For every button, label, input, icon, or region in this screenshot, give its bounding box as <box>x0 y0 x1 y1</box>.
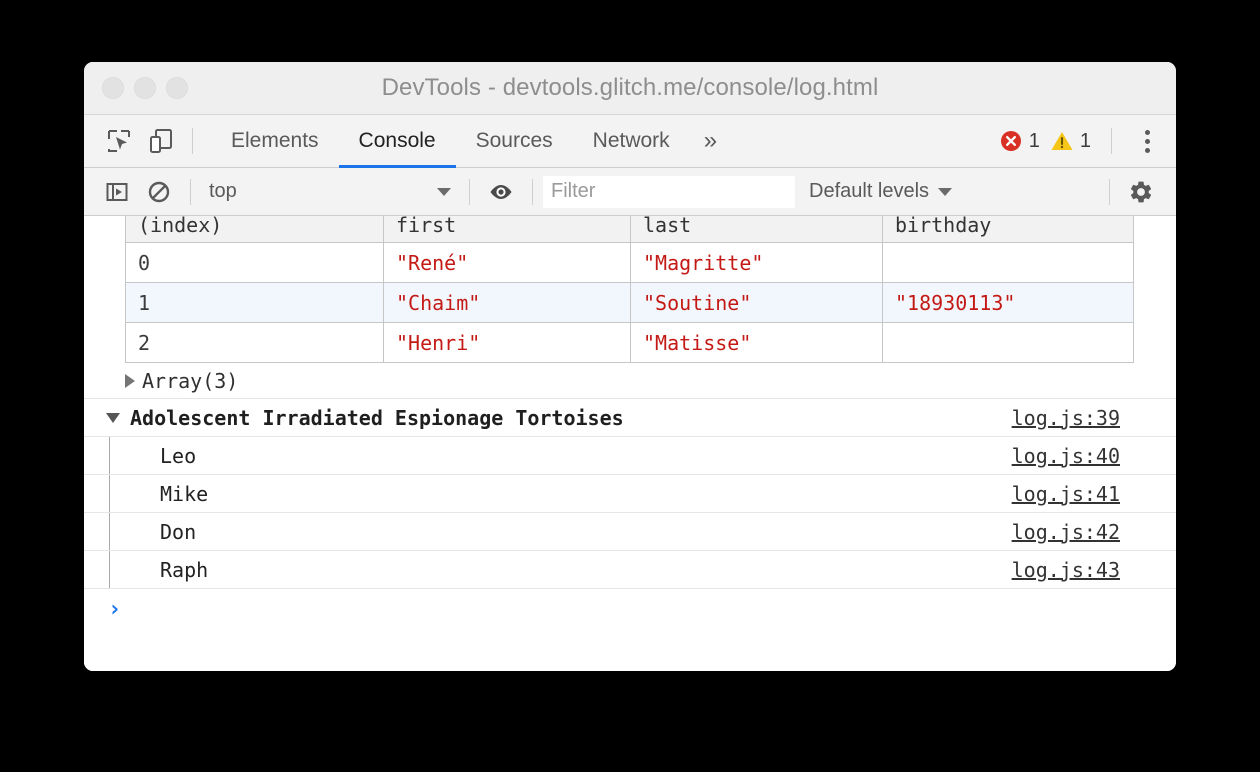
table-cell-index: 2 <box>126 323 384 363</box>
console-table-container: (index) first last birthday 0 "René" "Ma… <box>84 216 1176 363</box>
context-label: top <box>209 180 237 203</box>
source-link[interactable]: log.js:40 <box>1012 444 1120 468</box>
console-log-row[interactable]: Leo log.js:40 <box>84 437 1176 475</box>
table-cell-first: "Henri" <box>384 323 631 363</box>
console-log-row[interactable]: Mike log.js:41 <box>84 475 1176 513</box>
tabbar-right-group: 1 1 <box>999 124 1176 158</box>
console-prompt-row[interactable]: › <box>84 589 1176 629</box>
array-summary-row[interactable]: Array(3) <box>84 363 1176 399</box>
clear-console-icon <box>147 180 171 204</box>
error-count-badge[interactable]: 1 <box>999 129 1040 153</box>
more-vertical-icon <box>1145 130 1150 135</box>
table-cell-birthday <box>883 243 1134 283</box>
error-circle-icon <box>999 129 1023 153</box>
more-vertical-icon <box>1145 148 1150 153</box>
console-sidebar-toggle[interactable] <box>96 171 138 213</box>
console-toolbar-right <box>1099 171 1176 213</box>
warning-count-badge[interactable]: 1 <box>1050 129 1091 153</box>
collapse-triangle-down-icon[interactable] <box>106 413 120 423</box>
log-levels-selector[interactable]: Default levels <box>809 180 952 203</box>
tab-console[interactable]: Console <box>339 115 456 168</box>
maximize-window-button[interactable] <box>166 77 188 99</box>
minimize-window-button[interactable] <box>134 77 156 99</box>
console-sidebar-icon <box>105 180 129 204</box>
error-count-label: 1 <box>1029 130 1040 153</box>
table-cell-first: "Chaim" <box>384 283 631 323</box>
console-toolbar: top Default levels <box>84 168 1176 216</box>
table-row[interactable]: 2 "Henri" "Matisse" <box>126 323 1134 363</box>
source-link[interactable]: log.js:42 <box>1012 520 1120 544</box>
tab-elements[interactable]: Elements <box>211 115 339 168</box>
window-titlebar: DevTools - devtools.glitch.me/console/lo… <box>84 62 1176 115</box>
console-toolbar-divider-2 <box>469 179 470 205</box>
console-table-head: (index) first last birthday <box>126 216 1134 243</box>
console-group-title: Adolescent Irradiated Espionage Tortoise… <box>130 406 624 430</box>
device-toolbar-icon <box>148 128 174 154</box>
table-cell-index: 1 <box>126 283 384 323</box>
more-tabs-button[interactable]: » <box>690 115 731 168</box>
array-summary-label: Array(3) <box>142 369 238 393</box>
console-table-body: 0 "René" "Magritte" 1 "Chaim" "Soutine" … <box>126 243 1134 363</box>
tab-network[interactable]: Network <box>573 115 690 168</box>
console-prompt-caret-icon: › <box>108 597 121 622</box>
table-column-header-birthday[interactable]: birthday <box>883 216 1134 243</box>
close-window-button[interactable] <box>102 77 124 99</box>
table-header-row: (index) first last birthday <box>126 216 1134 243</box>
warning-count-label: 1 <box>1080 130 1091 153</box>
tabbar-right-divider <box>1111 128 1112 154</box>
window-title: DevTools - devtools.glitch.me/console/lo… <box>84 74 1176 102</box>
chevron-down-icon <box>437 188 451 196</box>
inspect-element-button[interactable] <box>98 120 140 162</box>
table-column-header-last[interactable]: last <box>631 216 883 243</box>
table-cell-last: "Matisse" <box>631 323 883 363</box>
console-toolbar-divider-1 <box>190 179 191 205</box>
settings-gear-icon <box>1128 179 1154 205</box>
live-expression-button[interactable] <box>480 171 522 213</box>
devtools-tabbar: Elements Console Sources Network » 1 <box>84 115 1176 168</box>
table-cell-last: "Magritte" <box>631 243 883 283</box>
console-log-row[interactable]: Raph log.js:43 <box>84 551 1176 589</box>
traffic-lights <box>102 77 188 99</box>
log-levels-label: Default levels <box>809 180 929 203</box>
console-group-header[interactable]: Adolescent Irradiated Espionage Tortoise… <box>84 399 1176 437</box>
table-cell-first: "René" <box>384 243 631 283</box>
table-row[interactable]: 1 "Chaim" "Soutine" "18930113" <box>126 283 1134 323</box>
inspect-element-icon <box>106 128 132 154</box>
expand-triangle-right-icon[interactable] <box>125 374 135 388</box>
tab-sources[interactable]: Sources <box>456 115 573 168</box>
live-expression-eye-icon <box>488 179 514 205</box>
table-cell-birthday: "18930113" <box>883 283 1134 323</box>
source-link[interactable]: log.js:43 <box>1012 558 1120 582</box>
console-group-body: Leo log.js:40 Mike log.js:41 Don log.js:… <box>84 437 1176 589</box>
console-filter-input[interactable] <box>543 176 795 208</box>
console-log-message: Raph <box>160 558 208 582</box>
source-link[interactable]: log.js:39 <box>1012 406 1120 430</box>
console-log-message: Don <box>160 520 196 544</box>
devtools-main-menu-button[interactable] <box>1130 124 1164 158</box>
device-toolbar-button[interactable] <box>140 120 182 162</box>
console-toolbar-divider-4 <box>1109 179 1110 205</box>
source-link[interactable]: log.js:41 <box>1012 482 1120 506</box>
clear-console-button[interactable] <box>138 171 180 213</box>
table-cell-index: 0 <box>126 243 384 283</box>
table-row[interactable]: 0 "René" "Magritte" <box>126 243 1134 283</box>
chevron-down-icon <box>938 188 952 196</box>
table-cell-birthday <box>883 323 1134 363</box>
javascript-context-selector[interactable]: top <box>201 177 459 207</box>
panel-tabs: Elements Console Sources Network » <box>211 115 731 168</box>
table-cell-last: "Soutine" <box>631 283 883 323</box>
console-log-message: Mike <box>160 482 208 506</box>
console-log-message: Leo <box>160 444 196 468</box>
console-toolbar-divider-3 <box>532 179 533 205</box>
table-column-header-first[interactable]: first <box>384 216 631 243</box>
devtools-window: DevTools - devtools.glitch.me/console/lo… <box>84 62 1176 671</box>
settings-button[interactable] <box>1120 171 1162 213</box>
toolbar-divider <box>192 128 193 154</box>
warning-triangle-icon <box>1050 129 1074 153</box>
more-vertical-icon <box>1145 139 1150 144</box>
console-table: (index) first last birthday 0 "René" "Ma… <box>125 216 1134 363</box>
table-column-header-index[interactable]: (index) <box>126 216 384 243</box>
console-log-row[interactable]: Don log.js:42 <box>84 513 1176 551</box>
console-message-list[interactable]: (index) first last birthday 0 "René" "Ma… <box>84 216 1176 671</box>
